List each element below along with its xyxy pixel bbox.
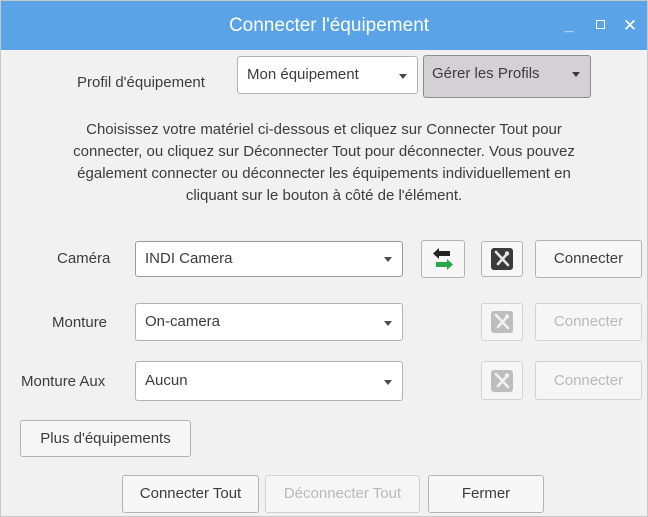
title-bar[interactable]: Connecter l'équipement _ ✕ bbox=[1, 1, 647, 50]
mount-label: Monture bbox=[52, 314, 108, 331]
maximize-icon bbox=[595, 19, 605, 29]
chevron-down-icon bbox=[384, 380, 392, 385]
swap-icon bbox=[433, 248, 453, 270]
instructions-line: également connecter ou déconnecter les é… bbox=[77, 165, 571, 182]
instructions-text: Choisissez votre matériel ci-dessous et … bbox=[1, 119, 647, 207]
chevron-down-icon bbox=[572, 72, 580, 77]
aux-mount-connect-button[interactable]: Connecter bbox=[535, 361, 642, 400]
chevron-down-icon bbox=[384, 257, 392, 262]
mount-settings-button[interactable] bbox=[481, 303, 523, 341]
tools-icon bbox=[491, 248, 513, 270]
camera-select-value: INDI Camera bbox=[145, 250, 233, 267]
maximize-button[interactable] bbox=[589, 1, 611, 50]
window-title: Connecter l'équipement bbox=[228, 15, 430, 36]
connect-equipment-dialog: Connecter l'équipement _ ✕ Profil d'équi… bbox=[0, 0, 648, 517]
camera-settings-button[interactable] bbox=[481, 241, 523, 277]
profile-select-value: Mon équipement bbox=[247, 66, 359, 83]
aux-mount-select-value: Aucun bbox=[145, 372, 188, 389]
chevron-down-icon bbox=[384, 321, 392, 326]
camera-select[interactable]: INDI Camera bbox=[135, 241, 403, 277]
tools-icon bbox=[491, 311, 513, 333]
mount-select-value: On-camera bbox=[145, 313, 221, 330]
aux-mount-settings-button[interactable] bbox=[481, 361, 523, 400]
chevron-down-icon bbox=[399, 74, 407, 79]
camera-connect-button[interactable]: Connecter bbox=[535, 240, 642, 278]
instructions-line: connecter, ou cliquez sur Déconnecter To… bbox=[73, 143, 575, 160]
camera-label: Caméra bbox=[57, 250, 111, 267]
instructions-line: cliquant sur le bouton à côté de l'éléme… bbox=[185, 187, 463, 204]
tools-icon bbox=[491, 369, 513, 392]
camera-swap-button[interactable] bbox=[421, 240, 465, 278]
disconnect-all-button[interactable]: Déconnecter Tout bbox=[265, 475, 420, 513]
minimize-button[interactable]: _ bbox=[558, 1, 580, 50]
profile-label: Profil d'équipement bbox=[77, 74, 205, 91]
aux-mount-select[interactable]: Aucun bbox=[135, 361, 403, 401]
profile-select[interactable]: Mon équipement bbox=[237, 56, 418, 94]
aux-mount-label: Monture Aux bbox=[21, 373, 106, 390]
connect-all-button[interactable]: Connecter Tout bbox=[122, 475, 259, 513]
close-button[interactable]: Fermer bbox=[428, 475, 544, 513]
more-equipment-button[interactable]: Plus d'équipements bbox=[20, 420, 191, 457]
mount-select[interactable]: On-camera bbox=[135, 303, 403, 341]
manage-profiles-label: Gérer les Profils bbox=[432, 65, 540, 82]
manage-profiles-button[interactable]: Gérer les Profils bbox=[423, 55, 591, 98]
mount-connect-button[interactable]: Connecter bbox=[535, 303, 642, 341]
close-window-button[interactable]: ✕ bbox=[619, 1, 641, 50]
instructions-line: Choisissez votre matériel ci-dessous et … bbox=[86, 121, 562, 138]
